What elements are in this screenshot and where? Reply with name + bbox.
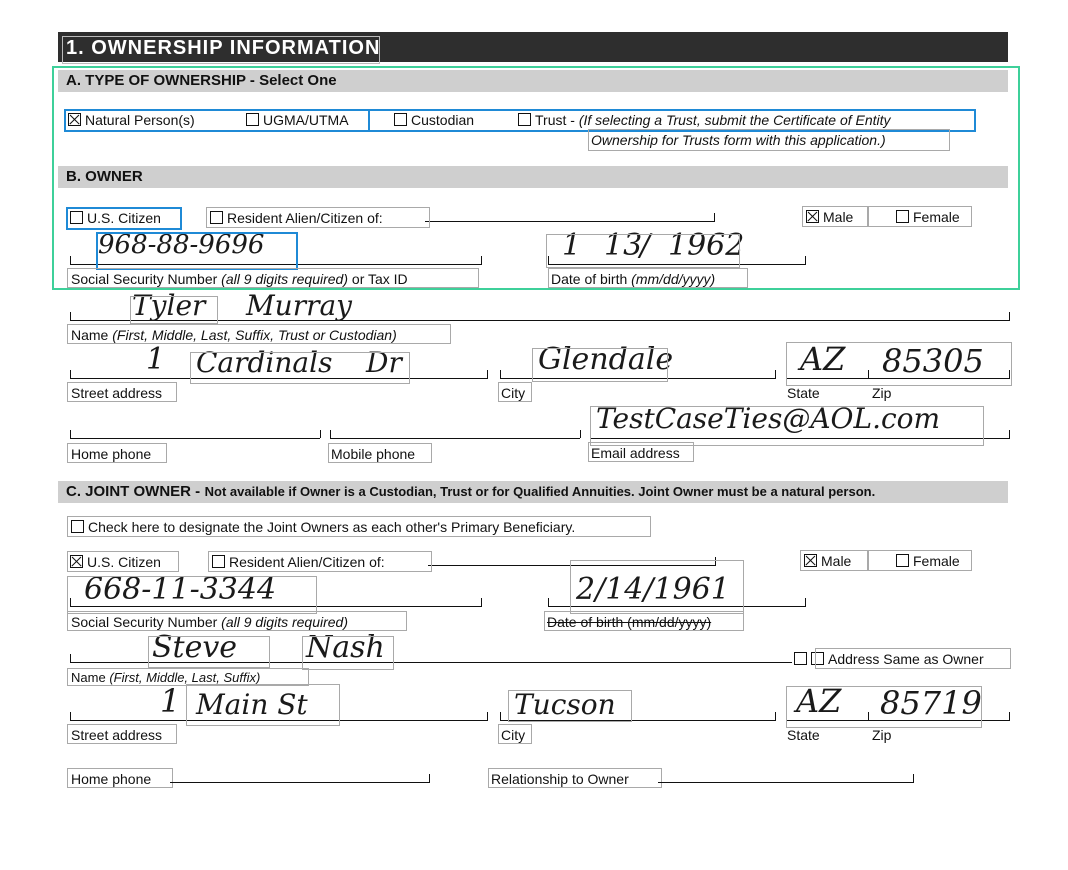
joint-street-number: 1 [160,682,181,720]
annotation-box [786,342,1012,386]
tick [500,370,501,378]
annotation-box [498,724,532,744]
tick [70,654,71,662]
title-annotation-box [62,36,380,64]
joint-state-label: State [787,727,820,743]
annotation-box [508,690,632,722]
annotation-box [67,443,167,463]
annotation-box [67,768,173,788]
annotation-box [590,406,984,446]
annotation-box [488,768,662,788]
highlight-region [52,66,1020,290]
owner-home-phone-line[interactable] [70,438,320,439]
section-c-heading: C. JOINT OWNER - Not available if Owner … [66,481,875,503]
tick [70,430,71,438]
tick [1009,712,1010,720]
annotation-box [544,611,744,631]
owner-street-number: 1 [146,342,166,377]
tick [487,712,488,720]
tick [775,370,776,378]
annotation-box [148,636,270,668]
annotation-box [498,382,532,402]
annotation-box [815,648,1011,669]
tick [548,598,549,606]
owner-mobile-phone-line[interactable] [330,438,580,439]
annotation-box [786,686,982,728]
annotation-box [208,551,432,572]
annotation-box [868,550,972,571]
annotation-box [67,551,179,572]
annotation-box [130,296,218,324]
tick [70,370,71,378]
tick [580,430,581,438]
annotation-box [67,611,407,631]
annotation-box [67,724,177,744]
tick [913,774,914,782]
tick [70,712,71,720]
tick [1009,430,1010,438]
section-c-heading-bold: C. JOINT OWNER - [66,483,201,500]
tick [500,712,501,720]
annotation-box [190,352,410,384]
tick [320,430,321,438]
section-c-heading-rest: Not available if Owner is a Custodian, T… [204,484,876,499]
joint-zip-label: Zip [872,727,892,743]
annotation-box [328,443,432,463]
annotation-box [570,560,744,614]
joint-home-phone-line[interactable] [170,782,430,783]
annotation-box [186,684,340,726]
relationship-line[interactable] [658,782,914,783]
tick [70,312,71,320]
same-address-checkbox-a[interactable] [794,652,807,665]
owner-state-label: State [787,385,820,401]
annotation-box [302,636,394,670]
tick [805,598,806,606]
annotation-box [532,348,668,382]
annotation-box [67,576,317,614]
tick [487,370,488,378]
tick [775,712,776,720]
owner-last-name: Murray [246,289,352,322]
annotation-box [588,442,694,462]
tick [1009,312,1010,320]
tick [429,774,430,782]
annotation-box [67,324,451,344]
owner-zip-label: Zip [872,385,892,401]
annotation-box [800,550,868,571]
annotation-box [67,382,177,402]
tick [330,430,331,438]
tick [481,598,482,606]
annotation-box [67,516,651,537]
